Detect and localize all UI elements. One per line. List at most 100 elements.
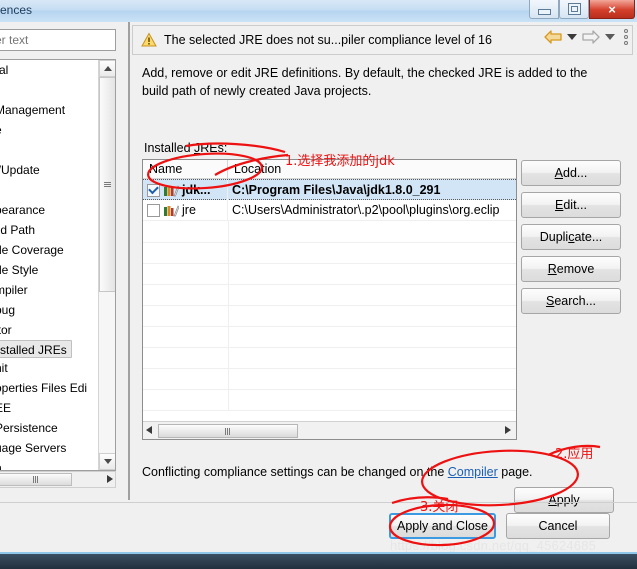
btn-label-post: earch... bbox=[554, 294, 597, 308]
back-arrow-icon[interactable] bbox=[543, 29, 563, 45]
window-titlebar[interactable]: ences × bbox=[0, 0, 637, 23]
sidebar-item-operties-files-edi[interactable]: operties Files Edi bbox=[0, 378, 99, 398]
apply-and-close-button[interactable]: Apply and Close bbox=[389, 513, 496, 539]
tree-hscroll-thumb[interactable] bbox=[0, 473, 72, 486]
column-header-name[interactable]: Name bbox=[143, 160, 228, 178]
compiler-link[interactable]: Compiler bbox=[448, 465, 498, 479]
sidebar-item-nit[interactable]: nit bbox=[0, 358, 99, 378]
minimize-icon bbox=[537, 9, 551, 15]
search-button[interactable]: Search... bbox=[521, 288, 621, 314]
sidebar-item-pearance[interactable]: pearance bbox=[0, 200, 99, 220]
tree-scroll-thumb[interactable] bbox=[99, 77, 115, 292]
table-row[interactable]: jre C:\Users\Administrator\.p2\pool\plugi… bbox=[143, 200, 516, 221]
scroll-up-button[interactable] bbox=[99, 60, 115, 77]
conflict-note: Conflicting compliance settings can be c… bbox=[142, 465, 533, 479]
navigation-controls bbox=[543, 25, 632, 49]
jre-library-icon bbox=[164, 184, 179, 196]
table-empty-row bbox=[143, 326, 516, 348]
jre-name: jre bbox=[182, 203, 196, 217]
warning-triangle-icon bbox=[141, 32, 157, 47]
main-panel: The selected JRE does not su...piler com… bbox=[129, 22, 636, 513]
window-title: ences bbox=[0, 3, 33, 17]
scroll-down-button[interactable] bbox=[99, 453, 115, 470]
sidebar-item-stalled-jres[interactable]: stalled JREs bbox=[0, 340, 72, 358]
scroll-right-icon[interactable] bbox=[107, 475, 113, 483]
cell-name: jre bbox=[143, 200, 228, 220]
sidebar-item-persistence[interactable]: Persistence bbox=[0, 418, 99, 438]
table-row[interactable]: jdk... C:\Program Files\Java\jdk1.8.0_291 bbox=[143, 179, 516, 200]
installed-jres-table[interactable]: Name Location jdk... C:\Program Files\Jav… bbox=[142, 159, 517, 440]
edit-button[interactable]: Edit... bbox=[521, 192, 621, 218]
taskbar-strip bbox=[0, 552, 637, 569]
btn-label-post: dd... bbox=[563, 166, 588, 180]
jre-location: C:\Users\Administrator\.p2\pool\plugins\… bbox=[232, 203, 500, 217]
minimize-button[interactable] bbox=[529, 0, 559, 19]
column-header-location[interactable]: Location bbox=[228, 160, 516, 178]
sidebar-item-bug[interactable]: bug bbox=[0, 300, 99, 320]
table-header: Name Location bbox=[143, 160, 516, 179]
tree-horizontal-scrollbar[interactable] bbox=[0, 471, 116, 488]
cancel-button[interactable]: Cancel bbox=[506, 513, 610, 539]
table-scroll-right-icon[interactable] bbox=[505, 426, 511, 434]
vertical-dots-menu-icon[interactable] bbox=[624, 29, 628, 45]
watermark-text: https://blog.csdn.net/qq_45624685 bbox=[390, 538, 597, 553]
footer-separator bbox=[0, 502, 637, 503]
remove-button[interactable]: Remove bbox=[521, 256, 621, 282]
sidebar-item-ee[interactable]: EE bbox=[0, 398, 99, 418]
apply-button[interactable]: Apply bbox=[514, 487, 614, 513]
maximize-button[interactable] bbox=[559, 0, 589, 19]
preferences-tree-list: ralManagementel/Updatepearanceild Pathde… bbox=[0, 60, 99, 470]
tree-vertical-scrollbar[interactable] bbox=[98, 60, 115, 470]
table-empty-row bbox=[143, 305, 516, 327]
btn-mnemonic: R bbox=[547, 262, 557, 276]
sidebar-item-ild-path[interactable]: ild Path bbox=[0, 220, 99, 240]
preferences-sidebar: ralManagementel/Updatepearanceild Pathde… bbox=[0, 22, 129, 500]
table-hscroll-thumb[interactable] bbox=[158, 424, 298, 438]
filter-input[interactable] bbox=[0, 29, 116, 51]
sidebar-item-n[interactable]: n bbox=[0, 458, 99, 470]
close-button[interactable]: × bbox=[589, 0, 635, 19]
btn-mnemonic: E bbox=[555, 198, 564, 212]
btn-label-post: emove bbox=[556, 262, 595, 276]
grip-icon bbox=[32, 476, 39, 483]
preferences-tree[interactable]: ralManagementel/Updatepearanceild Pathde… bbox=[0, 59, 116, 471]
sidebar-item-mpiler[interactable]: mpiler bbox=[0, 280, 99, 300]
duplicate-button[interactable]: Dupli c ate... bbox=[521, 224, 621, 250]
back-history-dropdown-icon[interactable] bbox=[567, 34, 577, 40]
sidebar-item-blank[interactable] bbox=[0, 80, 99, 100]
warning-message: The selected JRE does not su...piler com… bbox=[164, 33, 492, 47]
btn-mnemonic: S bbox=[545, 294, 555, 308]
jre-checkbox[interactable] bbox=[147, 203, 160, 217]
chevron-down-icon bbox=[103, 459, 112, 464]
sidebar-item-itor[interactable]: itor bbox=[0, 320, 99, 340]
sidebar-item-ral[interactable]: ral bbox=[0, 60, 99, 80]
sidebar-item-blank[interactable] bbox=[0, 180, 99, 200]
jre-name: jdk... bbox=[182, 183, 211, 197]
cancel-label: Cancel bbox=[538, 519, 578, 533]
close-icon: × bbox=[608, 1, 616, 17]
btn-label-post: dit... bbox=[563, 198, 587, 212]
installed-label-post: REs: bbox=[200, 141, 228, 155]
sidebar-item-management[interactable]: Management bbox=[0, 100, 99, 120]
forward-arrow-icon bbox=[582, 30, 600, 44]
cell-name: jdk... bbox=[143, 180, 228, 200]
sidebar-item-l-update[interactable]: l/Update bbox=[0, 160, 99, 180]
sidebar-item-uage-servers[interactable]: uage Servers bbox=[0, 438, 99, 458]
sidebar-item-e[interactable]: e bbox=[0, 120, 99, 140]
btn-label-pre: Dupli bbox=[539, 230, 569, 244]
grip-icon bbox=[225, 427, 231, 435]
jre-checkbox[interactable] bbox=[147, 183, 160, 197]
add-button[interactable]: Add... bbox=[521, 160, 621, 186]
table-horizontal-scrollbar[interactable] bbox=[143, 421, 516, 439]
table-scroll-left-icon[interactable] bbox=[146, 426, 152, 434]
table-empty-row bbox=[143, 242, 516, 264]
forward-history-dropdown-icon[interactable] bbox=[605, 34, 615, 40]
sidebar-item-blank[interactable] bbox=[0, 140, 99, 160]
sidebar-item-de-coverage[interactable]: de Coverage bbox=[0, 240, 99, 260]
description-line-1: Add, remove or edit JRE definitions. By … bbox=[142, 66, 588, 80]
btn-label-post: ate... bbox=[574, 230, 603, 244]
sidebar-item-de-style[interactable]: de Style bbox=[0, 260, 99, 280]
installed-label-pre: Installed bbox=[144, 141, 195, 155]
apply-and-close-label: Apply and Close bbox=[396, 519, 489, 533]
jre-location: C:\Program Files\Java\jdk1.8.0_291 bbox=[232, 183, 441, 197]
